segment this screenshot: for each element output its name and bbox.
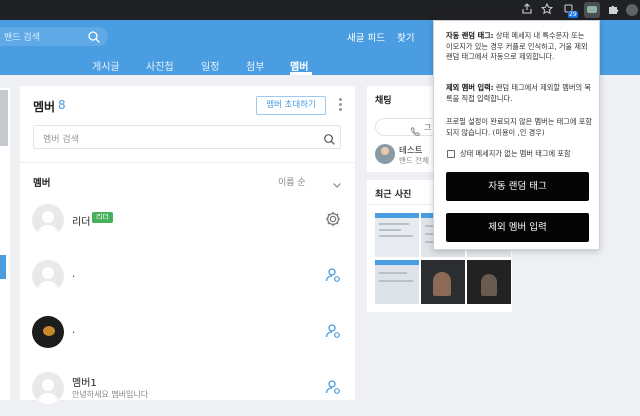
band-cover-image	[0, 90, 8, 146]
photo-thumbnail[interactable]	[467, 260, 511, 304]
exclude-member-input-button[interactable]: 제외 멤버 입력	[446, 213, 589, 242]
member-settings-icon[interactable]	[324, 378, 342, 396]
members-card: 멤버 8 멤버 초대하기 멤버 검색 멤버 이름 순 리더 리더 . . 멤버1…	[20, 86, 355, 404]
settings-gear-icon[interactable]	[324, 210, 342, 228]
tab-attachments[interactable]: 첨부	[246, 58, 264, 73]
tab-members[interactable]: 멤버	[290, 58, 308, 73]
new-feed-link[interactable]: 새글 피드	[347, 30, 385, 44]
avatar	[32, 260, 64, 292]
more-options-icon[interactable]	[338, 98, 344, 113]
sort-dropdown[interactable]: 이름 순	[278, 175, 306, 188]
bookmark-star-icon[interactable]	[540, 2, 554, 17]
auto-random-tag-description: 자동 랜덤 태그: 상태 메세지 내 특수문자 또는 이모지가 있는 경우 커플…	[446, 31, 588, 61]
auto-random-tag-button[interactable]: 자동 랜덤 태그	[446, 172, 589, 201]
profile-notice: 프로필 설정이 완료되지 않은 멤버는 태그에 포함되지 않습니다. (미용이 …	[446, 117, 592, 137]
active-tab-indicator	[290, 72, 312, 75]
chat-room-subtitle: 밴드 전체	[399, 156, 429, 165]
find-link[interactable]: 찾기	[397, 30, 414, 44]
member-row-leader[interactable]: 리더 리더	[20, 192, 355, 248]
chat-title: 채팅	[375, 96, 392, 106]
member-name: .	[72, 325, 76, 336]
invite-member-button[interactable]: 멤버 초대하기	[256, 96, 326, 115]
leader-badge: 리더	[92, 212, 113, 223]
phone-icon	[410, 122, 421, 137]
member-row[interactable]: .	[20, 248, 355, 304]
member-status-message: 안녕하세요 멤버입니다	[72, 390, 149, 399]
include-no-status-label[interactable]: 상태 메세지가 없는 멤버 태그에 포함	[460, 149, 571, 159]
avatar	[32, 372, 64, 404]
include-no-status-checkbox[interactable]	[447, 150, 455, 158]
member-name: 멤버1	[72, 378, 97, 389]
left-sidebar-button[interactable]	[0, 255, 6, 279]
exclude-member-description: 제외 멤버 입력: 랜덤 태그에서 제외할 멤버의 목록을 직접 입력합니다.	[446, 83, 591, 103]
profile-icon[interactable]	[626, 4, 638, 16]
members-count: 8	[58, 98, 66, 112]
avatar	[32, 316, 64, 348]
puzzle-icon[interactable]	[606, 3, 620, 17]
avatar	[375, 144, 395, 164]
member-search-placeholder: 멤버 검색	[43, 135, 79, 145]
chevron-down-icon[interactable]	[332, 175, 342, 188]
photo-thumbnail[interactable]	[375, 213, 419, 257]
tab-photos[interactable]: 사진첩	[146, 58, 174, 73]
tab-posts[interactable]: 게시글	[92, 58, 120, 73]
member-settings-icon[interactable]	[324, 266, 342, 284]
recent-photos-title: 최근 사진	[375, 190, 412, 200]
search-icon[interactable]	[323, 131, 336, 145]
members-section-label: 멤버	[33, 178, 51, 189]
band-search-placeholder: 밴드 검색	[4, 33, 40, 43]
random-tag-extension-icon[interactable]	[584, 2, 600, 18]
member-name: 리더	[72, 217, 91, 228]
member-row[interactable]: .	[20, 304, 355, 360]
random-tag-extension-popup: 자동 랜덤 태그: 상태 메세지 내 특수문자 또는 이모지가 있는 경우 커플…	[433, 20, 600, 250]
tab-schedule[interactable]: 일정	[201, 58, 219, 73]
photo-thumbnail[interactable]	[375, 260, 419, 304]
members-title: 멤버	[33, 100, 56, 114]
search-icon[interactable]	[87, 29, 101, 43]
divider	[20, 162, 355, 163]
member-name: .	[72, 269, 76, 280]
avatar	[32, 204, 64, 236]
extension-badge: 29	[568, 11, 578, 18]
chat-call-label: 그	[424, 123, 432, 132]
member-search-input[interactable]: 멤버 검색	[33, 125, 341, 149]
browser-toolbar: 29	[0, 0, 640, 20]
share-icon[interactable]	[520, 3, 534, 17]
member-row[interactable]: 멤버1 안녕하세요 멤버입니다	[20, 360, 355, 416]
member-settings-icon[interactable]	[324, 322, 342, 340]
photo-thumbnail[interactable]	[421, 260, 465, 304]
